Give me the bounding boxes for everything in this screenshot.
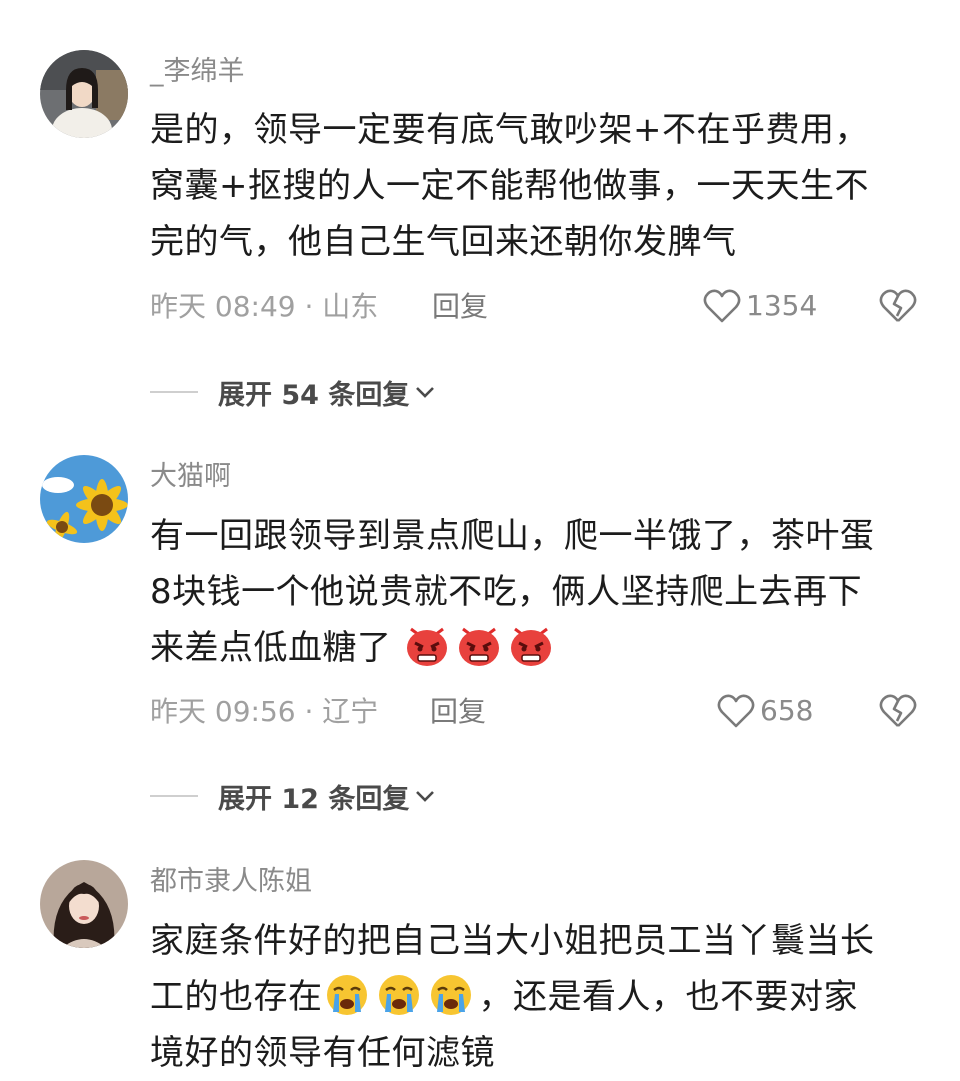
crying-face-emoji xyxy=(427,970,475,1018)
heart-icon xyxy=(717,694,755,728)
comment-meta: 昨天 08:49 · 山东 xyxy=(150,290,379,323)
comment-line: 家庭条件好的把自己当大小姐把员工当丫鬟当长 xyxy=(150,921,875,961)
like-button[interactable]: 658 xyxy=(716,691,813,731)
reply-button[interactable]: 回复 xyxy=(432,287,488,327)
angry-face-emoji xyxy=(403,621,451,669)
divider xyxy=(150,391,198,393)
reply-button[interactable]: 回复 xyxy=(430,692,486,732)
comment-line: 有一回跟领导到景点爬山，爬一半饿了，茶叶蛋 xyxy=(150,516,875,556)
comment-line: 境好的领导有任何滤镜 xyxy=(150,1033,495,1073)
comment-line-text: ，还是看人，也不要对家 xyxy=(478,977,858,1017)
avatar[interactable] xyxy=(40,455,128,543)
comment-line-text: 工的也存在 xyxy=(150,977,323,1017)
expand-label: 展开 54 条回复 xyxy=(218,379,410,411)
comment-line: 来差点低血糖了 xyxy=(150,620,920,676)
angry-face-emoji xyxy=(507,621,555,669)
avatar[interactable] xyxy=(40,50,128,138)
username[interactable]: 大猫啊 xyxy=(150,459,231,495)
expand-label: 展开 12 条回复 xyxy=(218,783,410,815)
comment-line: 是的，领导一定要有底气敢吵架+不在乎费用， xyxy=(150,110,869,150)
like-count: 658 xyxy=(760,694,814,727)
comment-line-text: 来差点低血糖了 xyxy=(150,628,392,668)
crying-face-emoji xyxy=(375,970,423,1018)
dislike-button[interactable] xyxy=(878,691,918,731)
comment-line: 完的气，他自己生气回来还朝你发脾气 xyxy=(150,222,737,262)
expand-replies-button[interactable]: 展开 12 条回复 xyxy=(150,776,437,816)
username[interactable]: _李绵羊 xyxy=(150,54,245,90)
comment-text: 是的，领导一定要有底气敢吵架+不在乎费用， 窝囊+抠搜的人一定不能帮他做事，一天… xyxy=(150,102,920,270)
avatar[interactable] xyxy=(40,860,128,948)
comment-meta: 昨天 09:56 · 辽宁 xyxy=(150,695,379,728)
comment-line: 8块钱一个他说贵就不吃，俩人坚持爬上去再下 xyxy=(150,572,863,612)
username[interactable]: 都市隶人陈姐 xyxy=(150,864,312,900)
like-count: 1354 xyxy=(746,289,818,322)
heart-icon xyxy=(703,289,741,323)
comment-line: 工的也存在 ，还是看人，也不要对家 xyxy=(150,969,920,1025)
comment-text: 有一回跟领导到景点爬山，爬一半饿了，茶叶蛋 8块钱一个他说贵就不吃，俩人坚持爬上… xyxy=(150,508,920,676)
comment-text: 家庭条件好的把自己当大小姐把员工当丫鬟当长 工的也存在 ，还是看人，也不要对家 境… xyxy=(150,913,920,1081)
angry-face-emoji xyxy=(455,621,503,669)
chevron-down-icon xyxy=(416,791,435,802)
broken-heart-icon xyxy=(879,289,917,322)
divider xyxy=(150,795,198,797)
broken-heart-icon xyxy=(879,694,917,727)
dislike-button[interactable] xyxy=(878,286,918,326)
like-button[interactable]: 1354 xyxy=(702,286,817,326)
expand-replies-button[interactable]: 展开 54 条回复 xyxy=(150,372,437,412)
comment-line: 窝囊+抠搜的人一定不能帮他做事，一天天生不 xyxy=(150,166,869,206)
chevron-down-icon xyxy=(416,387,435,398)
crying-face-emoji xyxy=(323,970,371,1018)
